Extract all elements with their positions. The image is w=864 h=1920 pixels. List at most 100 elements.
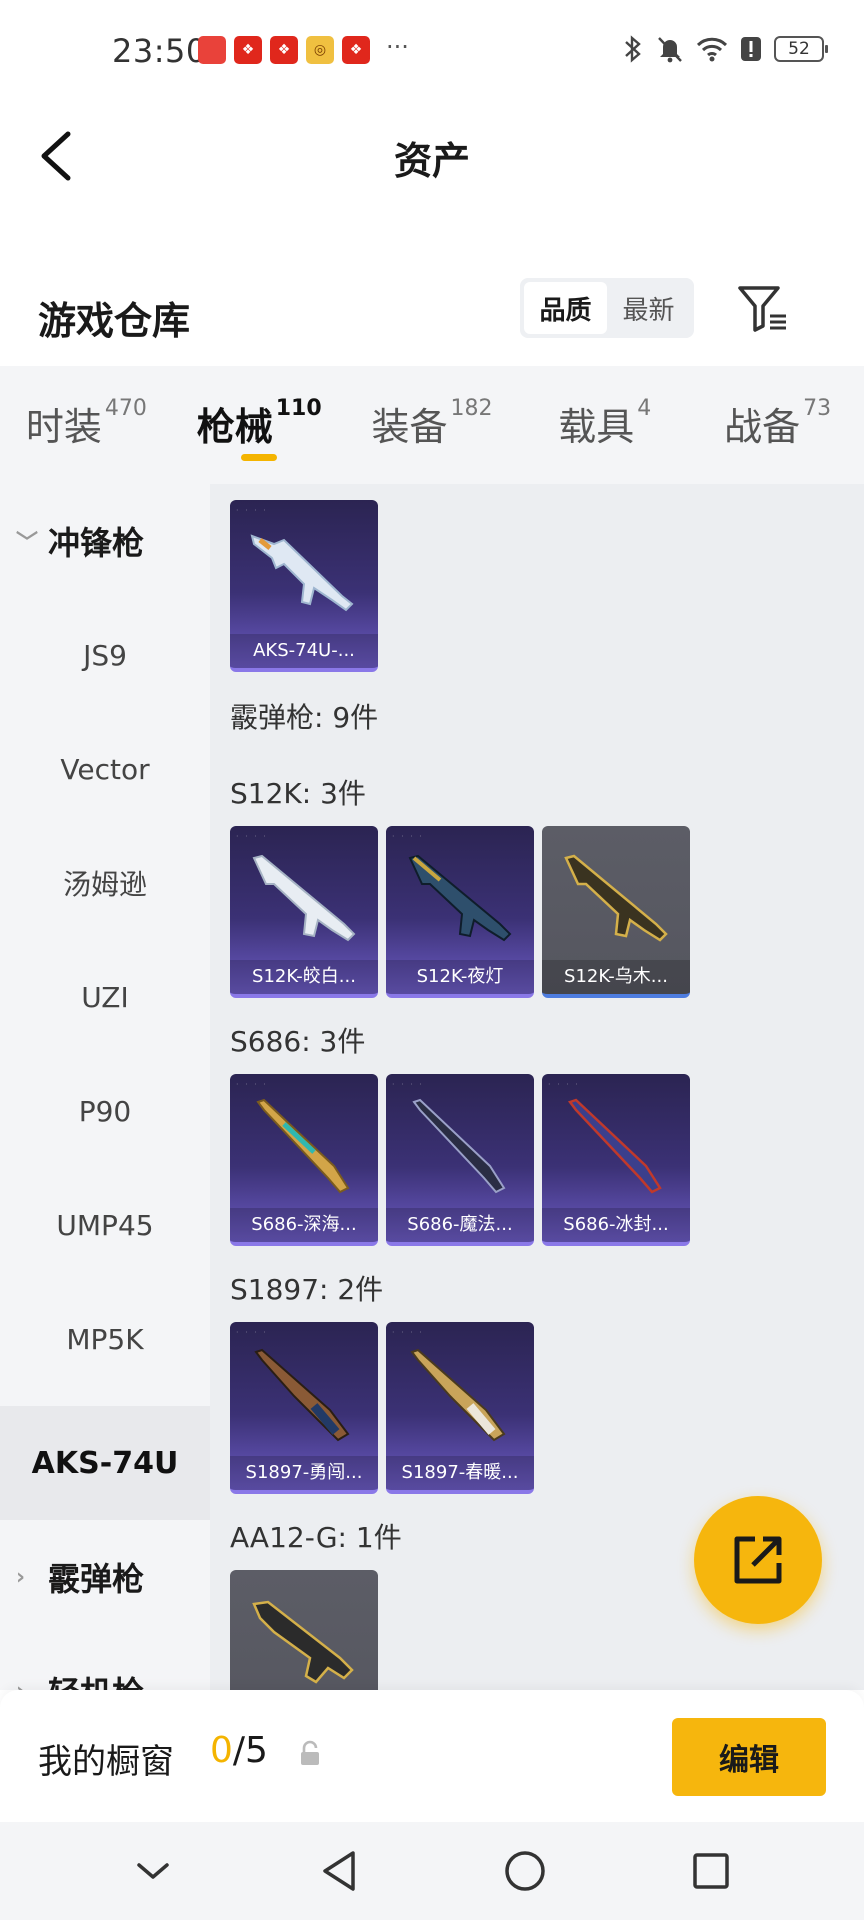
more-notifications-icon: ··· <box>386 33 409 61</box>
shotgun-icon <box>564 854 668 942</box>
weapon-card-s686-1[interactable]: · · · · S686-深海... <box>230 1074 378 1246</box>
target-app-icon: ◎ <box>306 36 334 64</box>
card-pattern: · · · · <box>236 1328 268 1337</box>
weapon-card-s686-3[interactable]: · · · · S686-冰封... <box>542 1074 690 1246</box>
nav-home-button[interactable] <box>495 1841 555 1901</box>
edit-showcase-button[interactable]: 编辑 <box>672 1718 826 1796</box>
tab-fashion[interactable]: 时装 470 <box>0 396 173 451</box>
section-label-s12k: S12K: 3件 <box>230 777 366 810</box>
filter-button[interactable] <box>736 284 790 334</box>
red-app-icon: ❖ <box>342 36 370 64</box>
mute-bell-icon <box>658 37 682 63</box>
nav-back-button[interactable] <box>309 1841 369 1901</box>
showcase-count: 0/5 <box>210 1730 268 1771</box>
tab-firearms[interactable]: 枪械 110 <box>173 396 346 461</box>
sidebar-item-aks74u[interactable]: AKS-74U <box>0 1406 210 1520</box>
shotgun-icon <box>256 1098 350 1194</box>
shotgun-icon <box>412 1098 506 1194</box>
nav-collapse-button[interactable] <box>123 1841 183 1901</box>
showcase-title: 我的橱窗 <box>38 1742 174 1782</box>
tab-label: 时装 <box>25 405 102 449</box>
card-label: S686-魔法... <box>386 1208 534 1242</box>
tab-label: 枪械 <box>196 405 273 449</box>
status-notification-icons: ❖ ❖ ◎ ❖ ··· <box>198 33 409 64</box>
weapon-card-aks74u[interactable]: · · · · AKS-74U-... <box>230 500 378 672</box>
status-system-icons: 52 <box>622 34 828 64</box>
share-fab-button[interactable] <box>694 1496 822 1624</box>
huawei-app-icon <box>198 36 226 64</box>
sidebar-item-js9[interactable]: JS9 <box>0 598 210 712</box>
tab-equipment[interactable]: 装备 182 <box>346 396 519 451</box>
card-label: S686-冰封... <box>542 1208 690 1242</box>
showcase-bar: 我的橱窗 0/5 编辑 <box>0 1690 864 1822</box>
external-link-icon <box>734 1536 782 1584</box>
page-title: 资产 <box>393 139 470 183</box>
sidebar-item-vector[interactable]: Vector <box>0 712 210 826</box>
shotgun-icon <box>254 1348 350 1442</box>
tab-count: 110 <box>275 396 322 421</box>
wifi-icon <box>696 37 728 62</box>
weapon-card-s686-2[interactable]: · · · · S686-魔法... <box>386 1074 534 1246</box>
card-pattern: · · · · <box>236 832 268 841</box>
shotgun-icon <box>410 1348 506 1442</box>
card-label: S12K-夜灯 <box>386 960 534 994</box>
shotgun-icon <box>252 1600 354 1684</box>
sidebar-group-lmg[interactable]: › 轻机枪 <box>0 1634 210 1690</box>
circle-home-icon <box>505 1851 545 1891</box>
weapon-card-s12k-1[interactable]: · · · · S12K-皎白... <box>230 826 378 998</box>
section-label-s1897: S1897: 2件 <box>230 1273 384 1306</box>
filter-icon <box>738 286 786 332</box>
red-app-icon: ❖ <box>270 36 298 64</box>
chevron-down-icon: ﹀ <box>16 531 39 556</box>
alert-icon <box>741 37 761 61</box>
shotgun-icon <box>567 1098 662 1194</box>
showcase-separator: / <box>232 1730 246 1771</box>
sidebar-item-thompson[interactable]: 汤姆逊 <box>0 826 210 940</box>
system-nav-bar <box>0 1822 864 1920</box>
card-label: S686-深海... <box>230 1208 378 1242</box>
weapon-card-s12k-2[interactable]: · · · · S12K-夜灯 <box>386 826 534 998</box>
sidebar-group-smg[interactable]: ﹀ 冲锋枪 <box>0 484 210 598</box>
card-label: S1897-春暖... <box>386 1456 534 1490</box>
tab-count: 73 <box>803 396 832 421</box>
tab-count: 470 <box>104 396 147 421</box>
card-label: S12K-乌木... <box>542 960 690 994</box>
warehouse-title: 游戏仓库 <box>38 299 191 343</box>
warehouse-header: 游戏仓库 品质 最新 <box>0 270 864 370</box>
tab-label: 载具 <box>558 405 635 449</box>
sort-by-newest-button[interactable]: 最新 <box>607 282 690 334</box>
sidebar-item-uzi[interactable]: UZI <box>0 940 210 1054</box>
page-header: 资产 <box>0 104 864 204</box>
tab-label: 战备 <box>724 405 801 449</box>
card-pattern: · · · · <box>392 1080 424 1089</box>
tab-supplies[interactable]: 战备 73 <box>691 396 864 451</box>
tab-vehicles[interactable]: 载具 4 <box>518 396 691 451</box>
weapon-card-s1897-2[interactable]: · · · · S1897-春暖... <box>386 1322 534 1494</box>
weapon-card-s1897-1[interactable]: · · · · S1897-勇闯... <box>230 1322 378 1494</box>
showcase-max: 5 <box>245 1730 268 1771</box>
sidebar-item-p90[interactable]: P90 <box>0 1054 210 1168</box>
sidebar-item-ump45[interactable]: UMP45 <box>0 1168 210 1282</box>
nav-recents-button[interactable] <box>681 1841 741 1901</box>
battery-icon: 52 <box>774 36 828 62</box>
shotgun-icon <box>252 854 356 942</box>
chevron-down-icon <box>137 1863 169 1879</box>
triangle-back-icon <box>323 1851 355 1891</box>
weapon-type-sidebar: ﹀ 冲锋枪 JS9 Vector 汤姆逊 UZI P90 UMP45 MP5K A… <box>0 484 210 1690</box>
showcase-current: 0 <box>210 1730 233 1771</box>
section-label-aa12g: AA12-G: 1件 <box>230 1521 402 1554</box>
weapon-card-aa12g-1[interactable] <box>230 1570 378 1690</box>
card-pattern: · · · · <box>548 1080 580 1089</box>
shotgun-summary: 霰弹枪: 9件 <box>230 701 379 734</box>
card-pattern: · · · · <box>392 832 424 841</box>
sidebar-item-mp5k[interactable]: MP5K <box>0 1282 210 1396</box>
card-label: S1897-勇闯... <box>230 1456 378 1490</box>
sort-by-quality-button[interactable]: 品质 <box>524 282 607 334</box>
sort-toggle: 品质 最新 <box>520 278 694 338</box>
square-recents-icon <box>693 1853 729 1889</box>
sidebar-item-label: 霰弹枪 <box>48 1560 145 1598</box>
app-root: 23:50 ❖ ❖ ◎ ❖ ··· 52 资产 游戏仓库 品质 最新 时装 47… <box>0 0 864 1920</box>
weapon-card-s12k-3[interactable]: S12K-乌木... <box>542 826 690 998</box>
tab-count: 182 <box>450 396 493 421</box>
sidebar-group-shotgun[interactable]: › 霰弹枪 <box>0 1520 210 1634</box>
